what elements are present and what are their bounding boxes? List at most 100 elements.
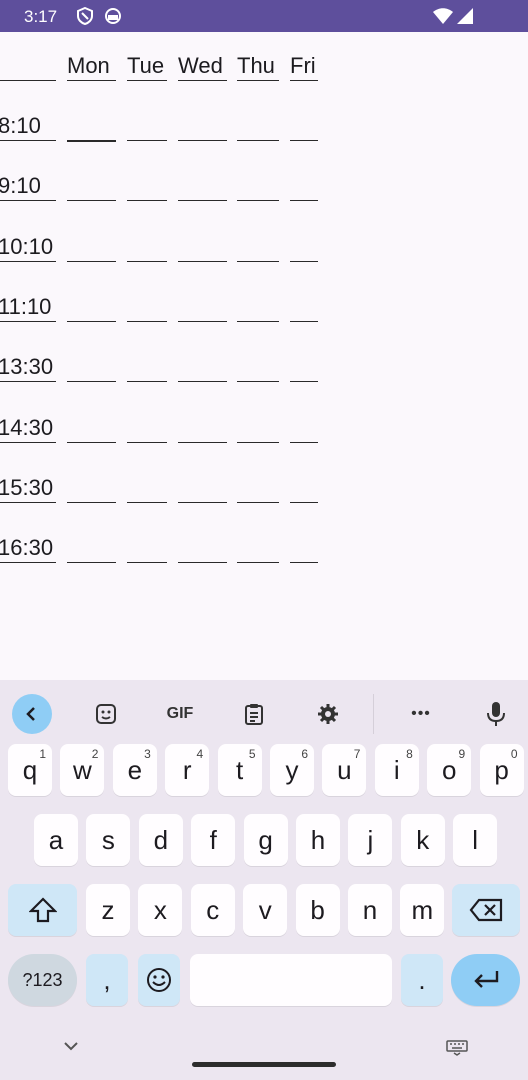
- back-chevron-icon[interactable]: [12, 694, 52, 734]
- slot-cell[interactable]: [178, 112, 227, 141]
- key-k[interactable]: k: [400, 814, 445, 866]
- slot-cell[interactable]: [67, 293, 116, 322]
- slot-cell[interactable]: [67, 172, 116, 202]
- toolbar-divider: [373, 694, 374, 734]
- slot-cell[interactable]: [127, 293, 167, 322]
- slot-cell[interactable]: [237, 474, 279, 503]
- slot-cell[interactable]: [127, 172, 167, 202]
- time-label: 10:10: [0, 233, 54, 259]
- slot-cell[interactable]: [178, 534, 227, 564]
- key-q[interactable]: q1: [8, 744, 52, 796]
- symbols-key[interactable]: ?123: [8, 954, 77, 1006]
- key-b[interactable]: b: [295, 884, 340, 936]
- slot-cell[interactable]: [237, 233, 279, 262]
- slot-cell[interactable]: [290, 474, 318, 503]
- sticker-icon[interactable]: [86, 694, 126, 734]
- slot-cell[interactable]: [127, 474, 167, 503]
- slot-cell[interactable]: [67, 474, 116, 503]
- key-u[interactable]: u7: [322, 744, 367, 796]
- slot-cell[interactable]: [67, 414, 116, 443]
- key-h[interactable]: h: [296, 814, 340, 866]
- key-y[interactable]: y6: [270, 744, 314, 796]
- slot-cell[interactable]: [127, 534, 167, 564]
- enter-key[interactable]: [451, 954, 520, 1006]
- key-t[interactable]: t5: [217, 744, 262, 796]
- key-z[interactable]: z: [86, 884, 130, 936]
- key-j[interactable]: j: [348, 814, 393, 866]
- status-time: 3:17: [24, 7, 58, 26]
- slot-cell[interactable]: [290, 353, 318, 383]
- key-number-hint: 0: [510, 747, 518, 761]
- shift-key[interactable]: [8, 884, 77, 936]
- key-n[interactable]: n: [348, 884, 392, 936]
- key-v[interactable]: v: [243, 884, 288, 936]
- clipboard-icon[interactable]: [234, 694, 274, 734]
- slot-cell[interactable]: [237, 172, 279, 202]
- slot-cell[interactable]: [290, 112, 318, 141]
- slot-cell[interactable]: [178, 293, 227, 322]
- key-o[interactable]: o9: [427, 744, 472, 796]
- mic-icon[interactable]: [476, 694, 516, 734]
- slot-cell[interactable]: [67, 353, 116, 383]
- slot-cell[interactable]: [290, 233, 318, 262]
- slot-cell[interactable]: [237, 353, 279, 383]
- time-label: 9:10: [0, 173, 41, 199]
- emoji-key[interactable]: [138, 954, 180, 1006]
- keyboard-switch-icon[interactable]: [446, 1040, 468, 1056]
- key-number-hint: 9: [458, 747, 466, 761]
- space-key[interactable]: [190, 954, 392, 1006]
- slot-cell[interactable]: [237, 414, 279, 443]
- slot-cell[interactable]: [290, 172, 318, 202]
- key-c[interactable]: c: [190, 884, 235, 936]
- key-r[interactable]: r4: [165, 744, 210, 796]
- key-label: u: [337, 754, 352, 785]
- slot-cell[interactable]: [237, 534, 279, 564]
- period-key[interactable]: .: [401, 954, 443, 1006]
- key-m[interactable]: m: [400, 884, 445, 936]
- key-f[interactable]: f: [191, 814, 236, 866]
- slot-cell[interactable]: [237, 293, 279, 322]
- slot-cell[interactable]: [178, 474, 227, 503]
- key-e[interactable]: e3: [112, 744, 157, 796]
- slot-cell[interactable]: [127, 414, 167, 443]
- slot-cell[interactable]: [67, 534, 116, 564]
- shield-icon: [77, 7, 93, 25]
- slot-cell[interactable]: [127, 112, 167, 141]
- more-icon[interactable]: •••: [401, 694, 441, 734]
- key-w[interactable]: w2: [60, 744, 105, 796]
- slot-cell[interactable]: [178, 353, 227, 383]
- key-i[interactable]: i8: [374, 744, 419, 796]
- slot-cell[interactable]: [237, 112, 279, 141]
- backspace-key[interactable]: [452, 884, 520, 936]
- gif-button[interactable]: GIF: [160, 694, 200, 734]
- time-label: 14:30: [0, 414, 54, 440]
- day-header: Fri: [290, 53, 316, 78]
- slot-cell[interactable]: [67, 233, 116, 262]
- slot-cell[interactable]: [178, 233, 227, 262]
- header-cell-mon: Mon: [67, 52, 116, 81]
- slot-cell[interactable]: [178, 414, 227, 443]
- key-g[interactable]: g: [243, 814, 288, 866]
- slot-cell[interactable]: [67, 112, 116, 142]
- key-number-hint: 6: [301, 747, 308, 761]
- key-d[interactable]: d: [138, 814, 183, 866]
- time-label: 8:10: [0, 113, 41, 138]
- chevron-down-icon[interactable]: [62, 1040, 80, 1052]
- key-p[interactable]: p0: [479, 744, 524, 796]
- time-label: 11:10: [0, 293, 52, 319]
- key-x[interactable]: x: [138, 884, 183, 936]
- slot-cell[interactable]: [127, 353, 167, 383]
- slot-cell[interactable]: [127, 233, 167, 262]
- home-handle[interactable]: [192, 1062, 336, 1067]
- key-l[interactable]: l: [453, 814, 498, 866]
- circle-icon: [105, 8, 121, 24]
- key-a[interactable]: a: [34, 814, 78, 866]
- comma-key[interactable]: ,: [86, 954, 128, 1006]
- key-s[interactable]: s: [86, 814, 131, 866]
- slot-cell[interactable]: [290, 534, 318, 564]
- gear-icon[interactable]: [308, 694, 348, 734]
- slot-cell[interactable]: [290, 293, 318, 322]
- slot-cell[interactable]: [178, 172, 227, 202]
- slot-cell[interactable]: [290, 414, 318, 443]
- key-label: i: [393, 754, 400, 785]
